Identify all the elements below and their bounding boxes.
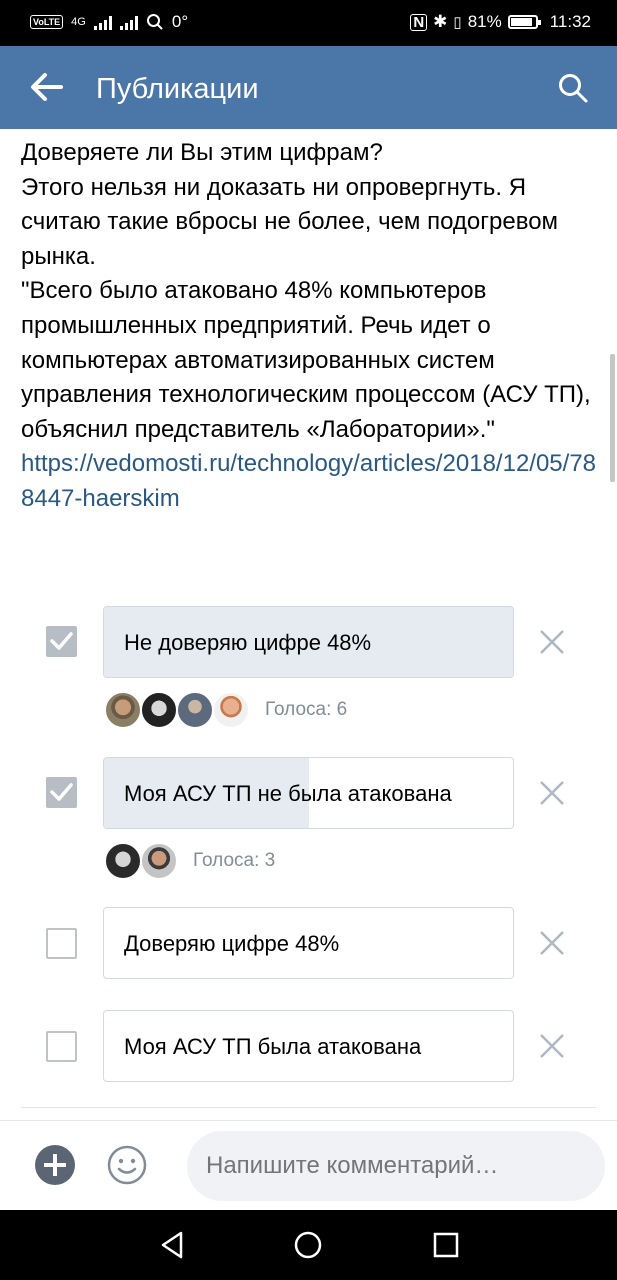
volte-icon: VoLTE: [30, 15, 64, 29]
post-line: "Всего было атаковано 48% компьютеров пр…: [21, 277, 591, 443]
avatar[interactable]: [177, 692, 213, 728]
nfc-icon: N: [410, 13, 428, 31]
status-bar: VoLTE 4G 0° N ✱ ▯ 81% 11:32: [0, 0, 617, 46]
close-icon[interactable]: [538, 779, 566, 807]
status-left: VoLTE 4G 0°: [30, 12, 188, 32]
checkbox-unchecked[interactable]: [46, 1031, 77, 1062]
temperature: 0°: [171, 12, 189, 31]
voters-row[interactable]: Голоса: 6: [105, 692, 347, 728]
network-type: 4G: [71, 16, 86, 28]
poll-answer-label: Моя АСУ ТП не была атакована: [124, 781, 452, 806]
poll-answer[interactable]: Моя АСУ ТП не была атакована: [103, 757, 514, 829]
comment-input[interactable]: [187, 1131, 605, 1201]
scrollbar[interactable]: [610, 354, 615, 482]
check-icon: [50, 783, 73, 801]
post-line: Доверяете ли Вы этим цифрам?: [21, 139, 383, 166]
poll-answer[interactable]: Доверяю цифре 48%: [103, 907, 514, 979]
check-icon: [50, 632, 73, 650]
search-icon[interactable]: [557, 72, 589, 104]
arrow-left-icon[interactable]: [30, 72, 64, 102]
plus-circle-icon[interactable]: [35, 1145, 75, 1185]
avatar[interactable]: [141, 843, 177, 879]
signal-icon: [93, 14, 112, 30]
battery-icon: [507, 15, 541, 29]
recents-nav-icon[interactable]: [431, 1230, 461, 1260]
avatar[interactable]: [105, 843, 141, 879]
avatar[interactable]: [141, 692, 177, 728]
checkbox-checked[interactable]: [46, 626, 77, 657]
poll-answer-label: Доверяю цифре 48%: [124, 931, 340, 956]
divider: [21, 1107, 596, 1108]
poll-answer[interactable]: Не доверяю цифре 48%: [103, 606, 514, 678]
home-nav-icon[interactable]: [293, 1230, 323, 1260]
checkbox-unchecked[interactable]: [46, 928, 77, 959]
comment-bar: [0, 1120, 617, 1211]
close-icon[interactable]: [538, 1032, 566, 1060]
status-right: N ✱ ▯ 81% 11:32: [410, 12, 591, 32]
avatar[interactable]: [213, 692, 249, 728]
poll-answer-label: Моя АСУ ТП была атакована: [124, 1034, 422, 1059]
close-icon[interactable]: [538, 628, 566, 656]
votes-count: Голоса: 3: [193, 850, 276, 871]
search-status-icon: [146, 14, 163, 30]
signal-icon-2: [119, 14, 138, 30]
votes-count: Голоса: 6: [265, 699, 348, 720]
voters-row[interactable]: Голоса: 3: [105, 843, 275, 879]
checkbox-checked[interactable]: [46, 777, 77, 808]
post-text: Доверяете ли Вы этим цифрам? Этого нельз…: [21, 136, 601, 517]
close-icon[interactable]: [538, 929, 566, 957]
app-bar: Публикации: [0, 46, 617, 129]
post-link[interactable]: https://vedomosti.ru/technology/articles…: [21, 447, 601, 516]
navigation-bar: [0, 1210, 617, 1280]
poll-answer[interactable]: Моя АСУ ТП была атакована: [103, 1010, 514, 1082]
avatar[interactable]: [105, 692, 141, 728]
post-line: Этого нельзя ни доказать ни опровергнуть…: [21, 173, 559, 270]
battery-percent: 81%: [467, 12, 502, 31]
clock: 11:32: [549, 12, 591, 31]
smile-icon[interactable]: [106, 1144, 148, 1186]
page-title: Публикации: [96, 73, 259, 105]
bluetooth-icon: ✱: [433, 12, 448, 31]
back-nav-icon[interactable]: [157, 1230, 187, 1260]
poll-answer-label: Не доверяю цифре 48%: [124, 630, 372, 655]
vibrate-icon: ▯: [453, 14, 462, 31]
